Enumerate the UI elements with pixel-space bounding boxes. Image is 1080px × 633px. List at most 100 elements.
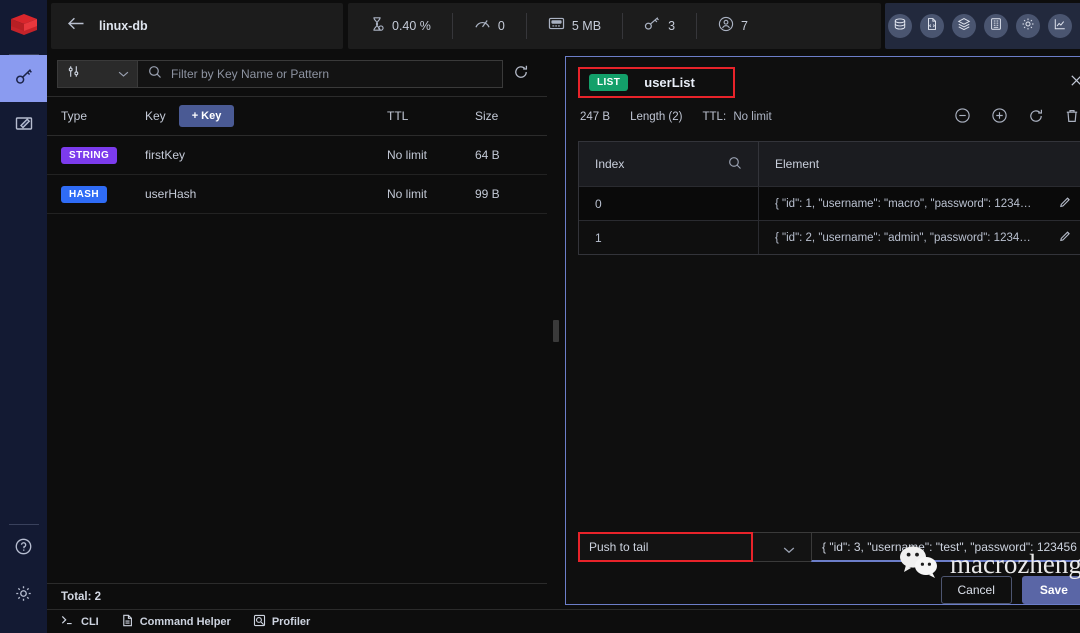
stat-memory[interactable]: 5 MB — [527, 13, 624, 39]
redisinsight-window: linux-db 0.40 % 0 5 MB 3 7 Filter by Key… — [0, 0, 1080, 633]
document-icon — [121, 614, 134, 630]
trash-icon[interactable] — [1064, 108, 1080, 127]
topbar: linux-db 0.40 % 0 5 MB 3 7 — [47, 0, 1080, 52]
stat-memory-value: 5 MB — [571, 19, 602, 33]
elements-empty-space — [578, 255, 1080, 522]
status-badge: HASH — [61, 185, 107, 203]
add-key-button[interactable]: + Key — [178, 105, 235, 127]
element-value-cell[interactable]: { "id": 1, "username": "macro", "passwor… — [759, 187, 1080, 220]
tool-analysis-button[interactable] — [951, 14, 976, 38]
table-row[interactable]: HASH userHash No limit 99 B — [47, 175, 547, 214]
keys-empty-space — [47, 214, 547, 583]
refresh-keys-button[interactable] — [503, 64, 539, 85]
bottombar-item-command-helper[interactable]: Command Helper — [121, 614, 231, 630]
refresh-icon — [513, 64, 529, 85]
slowlog-icon — [989, 17, 1003, 36]
key-type-filter-dropdown[interactable] — [57, 60, 137, 88]
element-index-cell: 1 — [579, 221, 759, 254]
sidebar-bottom-group — [0, 525, 47, 633]
stat-commands[interactable]: 0 — [453, 13, 527, 39]
gear-icon — [14, 584, 33, 608]
stat-cpu[interactable]: 0.40 % — [348, 13, 453, 39]
column-header-element: Element — [775, 157, 820, 171]
key-name-cell[interactable]: firstKey — [145, 148, 387, 162]
elements-section: Index Element 0 {"id": 1, "username": "… — [578, 141, 1080, 522]
stat-keys-value: 3 — [668, 19, 676, 33]
add-element-form: Push to tail { "id": 3, "username": "tes… — [566, 522, 1080, 562]
key-ttl-value[interactable]: No limit — [733, 111, 771, 123]
pencil-icon[interactable] — [1058, 195, 1073, 213]
plus-circle-icon[interactable] — [991, 107, 1008, 127]
column-header-size: Size — [475, 109, 499, 123]
bottombar-item-cli[interactable]: CLI — [61, 614, 99, 629]
tool-browser-button[interactable] — [887, 14, 912, 38]
pencil-icon[interactable] — [1058, 229, 1073, 247]
key-ttl-group: TTL: No limit — [703, 111, 772, 123]
bottombar-item-profiler[interactable]: Profiler — [253, 614, 311, 630]
key-ttl-cell: No limit — [387, 187, 428, 201]
key-size: 247 B — [580, 111, 611, 123]
speedometer-icon — [474, 16, 491, 36]
key-filter-field[interactable] — [137, 60, 503, 88]
destination-select[interactable]: Push to tail — [578, 532, 753, 562]
arrow-left-icon[interactable] — [67, 16, 85, 36]
cancel-button[interactable]: Cancel — [940, 576, 1012, 604]
status-badge: LIST — [589, 74, 629, 91]
sidebar-item-settings[interactable] — [0, 572, 47, 619]
chart-line-icon — [1053, 17, 1067, 36]
tool-configuration-button[interactable] — [1015, 14, 1040, 38]
sidebar-item-browser[interactable] — [0, 55, 47, 102]
page-title[interactable]: userList — [644, 75, 695, 90]
save-button[interactable]: Save — [1021, 576, 1080, 604]
column-header-key-group: Key + Key — [145, 105, 387, 127]
tool-slowlog-button[interactable] — [983, 14, 1008, 38]
column-header-type: Type — [61, 109, 88, 123]
table-row[interactable]: 0 { "id": 1, "username": "macro", "passw… — [579, 186, 1080, 220]
body-split: Type Key + Key TTL Size STRING firstKey … — [47, 52, 1080, 609]
elements-table: Index Element 0 {"id": 1, "username": "… — [578, 141, 1080, 255]
key-title-row: LIST userList — [578, 67, 1080, 98]
stat-cpu-value: 0.40 % — [392, 19, 431, 33]
memory-icon — [548, 16, 565, 36]
element-index-cell: 0 — [579, 187, 759, 220]
search-input[interactable] — [171, 67, 492, 81]
element-value-text: { "id": 2, "username": "admin", "passwor… — [775, 231, 1031, 244]
column-header-index-group: Index — [579, 142, 759, 186]
key-icon — [14, 66, 34, 91]
stat-clients[interactable]: 7 — [697, 13, 769, 39]
sidebar-item-help[interactable] — [0, 525, 47, 572]
element-value-cell[interactable]: { "id": 2, "username": "admin", "passwor… — [759, 221, 1080, 254]
database-chip[interactable]: linux-db — [51, 3, 343, 49]
element-value-input[interactable]: { "id": 3, "username": "test", "password… — [811, 532, 1080, 562]
profiler-icon — [253, 614, 266, 630]
tool-pubsub-button[interactable] — [1047, 14, 1072, 38]
redis-logo-icon — [9, 13, 39, 44]
table-row[interactable]: 1 { "id": 2, "username": "admin", "passw… — [579, 220, 1080, 254]
elements-table-header: Index Element — [579, 142, 1080, 186]
panel-resize-handle[interactable] — [547, 52, 565, 609]
close-panel-button[interactable] — [1065, 73, 1080, 93]
key-length: Length (2) — [630, 111, 683, 123]
stats-bar: 0.40 % 0 5 MB 3 7 — [348, 3, 881, 49]
search-icon[interactable] — [728, 156, 742, 173]
chevron-down-icon[interactable] — [783, 541, 795, 559]
gear-icon — [1021, 17, 1035, 36]
column-header-index: Index — [595, 157, 625, 171]
sidebar-item-workbench[interactable] — [0, 102, 47, 149]
key-ttl-label: TTL: — [702, 111, 727, 123]
destination-select-wrapper: Push to tail — [578, 532, 795, 562]
key-actions-group — [954, 107, 1080, 127]
filter-row — [47, 52, 547, 96]
table-row[interactable]: STRING firstKey No limit 64 B — [47, 136, 547, 175]
column-header-ttl: TTL — [387, 109, 409, 123]
sidebar — [0, 0, 47, 633]
help-circle-icon — [14, 537, 33, 561]
key-ttl-cell: No limit — [387, 148, 428, 162]
key-name-cell[interactable]: userHash — [145, 187, 387, 201]
keys-total-label: Total: 2 — [47, 583, 547, 609]
minus-circle-icon[interactable] — [954, 107, 971, 127]
tool-workbench-button[interactable] — [919, 14, 944, 38]
stat-keys[interactable]: 3 — [623, 13, 698, 39]
refresh-icon[interactable] — [1028, 108, 1044, 127]
bottombar-label-profiler: Profiler — [271, 615, 311, 628]
